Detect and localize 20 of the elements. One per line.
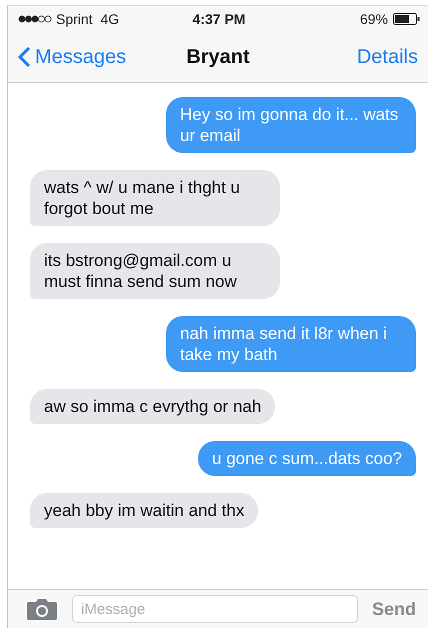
battery-icon xyxy=(393,13,420,25)
carrier-label: Sprint xyxy=(56,11,93,27)
network-label: 4G xyxy=(99,11,120,27)
received-message-bubble: wats ^ w/ u mane i thght u forgot bout me xyxy=(30,170,280,226)
contact-name: Bryant xyxy=(185,46,251,68)
details-button[interactable]: Details xyxy=(356,46,418,68)
received-message-bubble: yeah bby im waitin and thx xyxy=(30,493,258,528)
sent-message-bubble: nah imma send it l8r when i take my bath xyxy=(166,316,416,372)
clock: 4:37 PM xyxy=(192,11,246,27)
received-message-bubble: its bstrong@gmail.com u must finna send sum now xyxy=(30,243,280,299)
signal-icon xyxy=(18,15,52,23)
send-button[interactable]: Send xyxy=(372,598,416,620)
sent-message-bubble: Hey so im gonna do it... wats ur email xyxy=(166,97,416,153)
message-field[interactable]: iMessage xyxy=(72,595,358,623)
received-message-bubble: aw so imma c evrythg or nah xyxy=(30,389,276,424)
chevron-icon xyxy=(18,46,31,68)
back-button[interactable]: Messages xyxy=(18,46,126,68)
sent-message-bubble: u gone c sum...dats coo? xyxy=(198,441,416,476)
camera-icon[interactable] xyxy=(26,598,58,620)
battery-percent: 69% xyxy=(360,11,388,27)
